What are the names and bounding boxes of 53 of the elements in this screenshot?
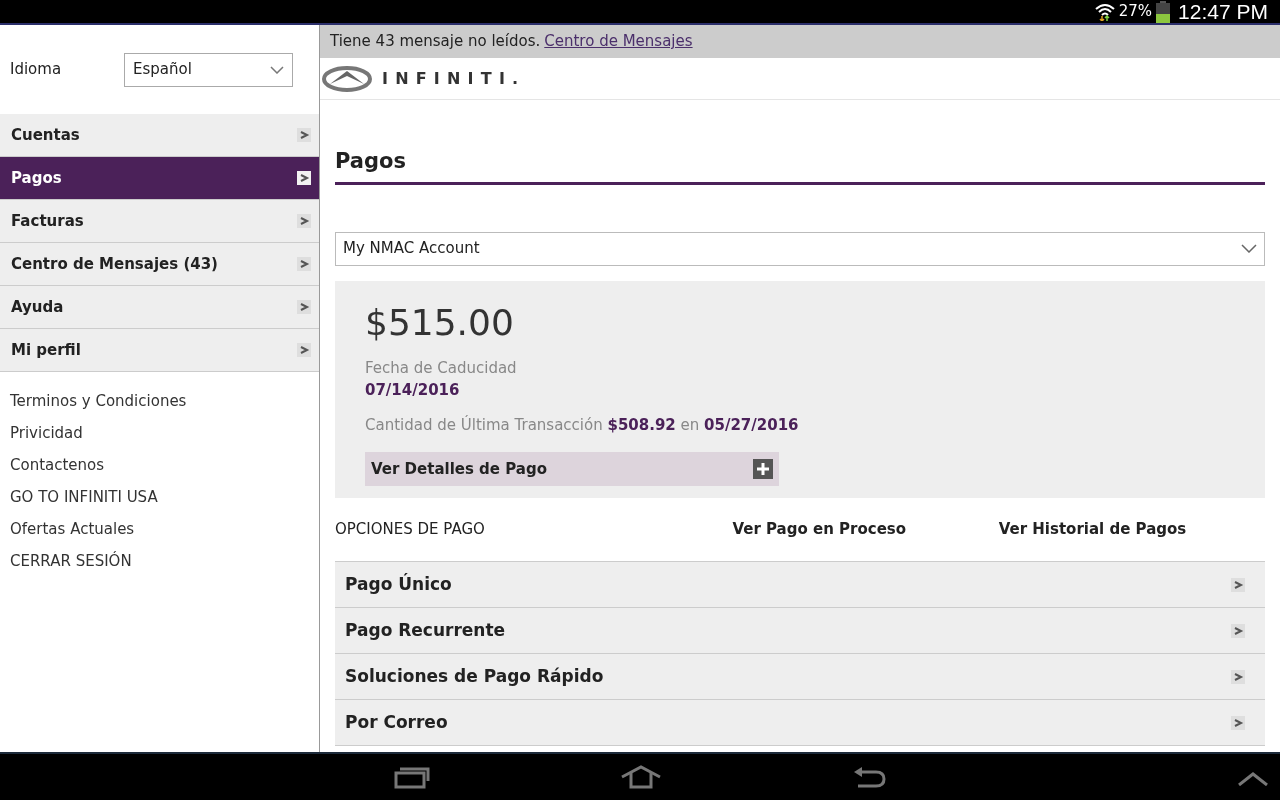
language-select[interactable]: Español [124,52,293,87]
payment-history-link[interactable]: Ver Historial de Pagos [998,518,1265,541]
chevron-right-icon [1231,577,1245,592]
due-date: 07/14/2016 [365,380,460,401]
chevron-up-icon[interactable] [1238,772,1268,786]
home-icon[interactable] [620,765,662,789]
sidebar-menu-item[interactable]: Facturas [0,200,319,243]
recent-apps-icon[interactable] [394,765,430,789]
chevron-down-icon [270,65,284,74]
chevron-right-icon [297,300,311,314]
chevron-down-icon [1241,244,1257,253]
clock-time: 12:47 PM [1178,0,1268,25]
account-select[interactable]: My NMAC Account [335,231,1265,266]
logo-wordmark: INFINITI. [382,67,526,90]
sidebar-menu-item[interactable]: Ayuda [0,286,319,329]
chevron-right-icon [297,171,311,185]
sidebar-menu-item[interactable]: Cuentas [0,114,319,157]
unread-message-text: Tiene 43 mensaje no leídos. [330,31,541,53]
payment-option-row[interactable]: Por Correo [335,700,1265,746]
message-center-link[interactable]: Centro de Mensajes [544,30,693,53]
sidebar-link[interactable]: Contactenos [0,454,115,486]
language-label: Idioma [10,59,63,81]
sidebar-menu-item[interactable]: Pagos [0,157,319,200]
sidebar-link[interactable]: Terminos y Condiciones [0,390,197,422]
chevron-right-icon [297,128,311,142]
last-transaction-text: Cantidad de Última Transacción $508.92 en 05/27/2016 [365,414,799,436]
back-icon[interactable] [852,765,886,789]
sidebar-link[interactable]: Privicidad [0,422,93,454]
chevron-right-icon [297,343,311,357]
payment-history-link[interactable]: Ver Pago en Proceso [732,518,999,541]
sidebar-link[interactable]: Ofertas Actuales [0,518,145,550]
payment-option-row[interactable]: Pago Recurrente [335,608,1265,654]
chevron-right-icon [1231,715,1245,730]
wifi-icon [1094,2,1115,21]
sidebar-menu-item[interactable]: Mi perfil [0,329,319,372]
sidebar-link[interactable]: CERRAR SESIÓN [0,550,142,582]
payment-options-heading: OPCIONES DE PAGO [335,519,486,541]
chevron-right-icon [297,257,311,271]
amount-due: $515.00 [365,300,514,345]
sidebar-menu-item[interactable]: Centro de Mensajes (43) [0,243,319,286]
battery-percent: 27% [1118,1,1153,23]
sidebar-link[interactable]: GO TO INFINITI USA [0,486,168,518]
payment-option-row[interactable]: Pago Único [335,562,1265,608]
battery-icon [1156,0,1171,23]
logo-emblem-icon [322,65,372,92]
payment-option-row[interactable]: Soluciones de Pago Rápido [335,654,1265,700]
chevron-right-icon [297,214,311,228]
chevron-right-icon [1231,669,1245,684]
plus-icon [753,459,773,479]
chevron-right-icon [1231,623,1245,638]
page-title: Pagos [335,149,406,173]
payment-details-button[interactable]: Ver Detalles de Pago [365,452,779,486]
due-date-label: Fecha de Caducidad [365,357,517,379]
